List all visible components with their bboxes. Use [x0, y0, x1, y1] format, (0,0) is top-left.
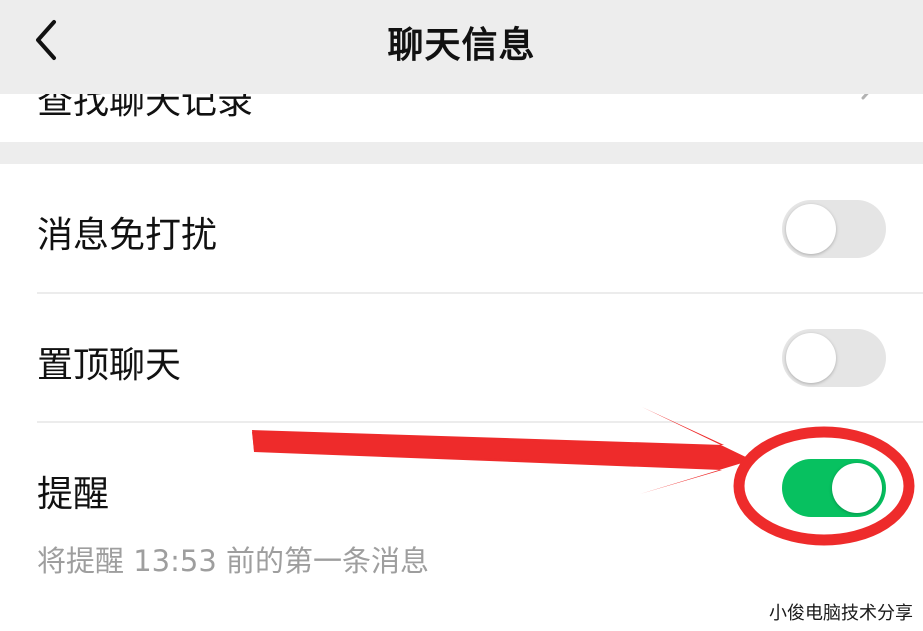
watermark: 小俊电脑技术分享 [769, 603, 913, 624]
pin-chat-row: 置顶聊天 [0, 294, 923, 422]
pin-chat-toggle[interactable] [782, 329, 886, 387]
toggle-knob [786, 333, 836, 383]
reminder-label: 提醒 [37, 474, 110, 515]
toggle-knob [786, 204, 836, 254]
mute-notifications-toggle[interactable] [782, 200, 886, 258]
section-gap [0, 142, 923, 164]
page-title: 聊天信息 [387, 25, 536, 66]
reminder-hint: 将提醒 13:53 前的第一条消息 [37, 544, 430, 578]
nav-bar: 聊天信息 [0, 0, 923, 94]
reminder-toggle[interactable] [782, 459, 886, 517]
toggle-knob [832, 463, 882, 513]
mute-notifications-row: 消息免打扰 [0, 164, 923, 292]
mute-notifications-label: 消息免打扰 [37, 215, 218, 256]
pin-chat-label: 置顶聊天 [37, 345, 182, 386]
